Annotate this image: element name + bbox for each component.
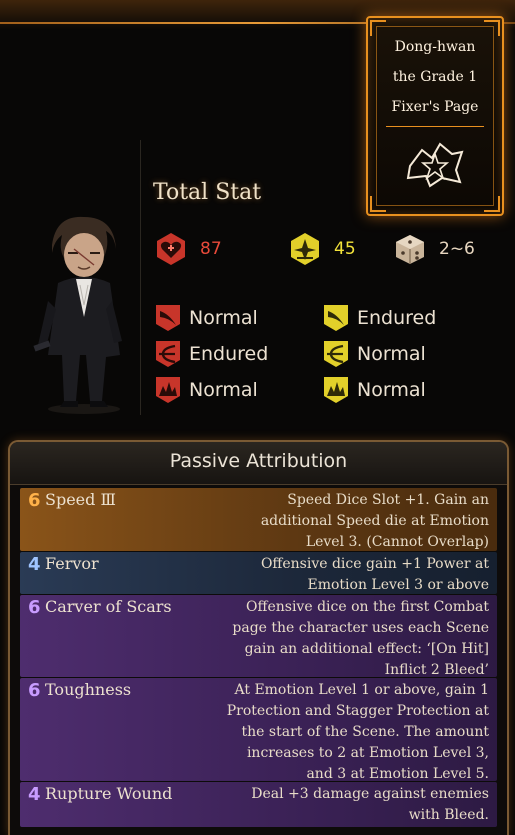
pierce-stagger-resist-label: Normal	[357, 343, 426, 365]
slash-stagger-resist: Endured	[323, 303, 436, 333]
passive-description: Offensive dice gain +1 Power at Emotion …	[260, 556, 489, 593]
pierce-resist-label: Endured	[189, 343, 269, 365]
blunt-stagger-resist: Normal	[323, 375, 426, 405]
passive-name: Carver of Scars	[45, 597, 172, 616]
passive-name: Toughness	[45, 680, 132, 699]
passive-name: Fervor	[45, 554, 99, 573]
pierce-resist-icon	[156, 341, 180, 367]
passive-description: At Emotion Level 1 or above, gain 1 Prot…	[226, 682, 489, 782]
health-icon	[157, 233, 185, 265]
key-page-card[interactable]: Dong-hwan the Grade 1 Fixer's Page	[366, 16, 504, 216]
slash-resist-icon	[156, 305, 180, 331]
corner-ornament	[484, 196, 500, 212]
passive-fervor[interactable]: 4 Fervor Offensive dice gain +1 Power at…	[20, 552, 497, 594]
stagger-value: 45	[334, 239, 356, 259]
passive-attribution-panel: Passive Attribution 6 Speed Ⅲ Speed Dice…	[8, 440, 509, 835]
blunt-resist-label: Normal	[189, 379, 258, 401]
speed-stat: 2~6	[393, 232, 475, 266]
passive-rupture-wound[interactable]: 4 Rupture Wound Deal +3 damage against e…	[20, 782, 497, 827]
vertical-divider	[140, 140, 141, 415]
hp-value: 87	[200, 239, 222, 259]
passive-description: Deal +3 damage against enemies with Blee…	[251, 786, 489, 823]
pierce-stagger-resist: Normal	[323, 339, 426, 369]
stagger-icon	[291, 233, 319, 265]
passive-cost: 4	[28, 554, 41, 575]
slash-stagger-resist-icon	[324, 305, 348, 331]
speed-value: 2~6	[439, 239, 475, 259]
total-stat-heading: Total Stat	[153, 180, 262, 205]
passive-description: Offensive dice on the first Combat page …	[232, 599, 489, 678]
blunt-resist: Normal	[155, 375, 258, 405]
blunt-stagger-resist-icon	[324, 377, 348, 403]
passive-carver-of-scars[interactable]: 6 Carver of Scars Offensive dice on the …	[20, 595, 497, 678]
stagger-stat: 45	[288, 232, 356, 266]
passive-speed[interactable]: 6 Speed Ⅲ Speed Dice Slot +1. Gain an ad…	[20, 488, 497, 551]
hp-stat: 87	[154, 232, 222, 266]
key-page-title: Dong-hwan the Grade 1 Fixer's Page	[391, 39, 479, 115]
blunt-stagger-resist-label: Normal	[357, 379, 426, 401]
corner-ornament	[370, 196, 386, 212]
passive-description: Speed Dice Slot +1. Gain an additional S…	[260, 492, 489, 550]
slash-stagger-resist-label: Endured	[357, 307, 437, 329]
blunt-resist-icon	[156, 377, 180, 403]
pierce-stagger-resist-icon	[324, 341, 348, 367]
slash-resist-label: Normal	[189, 307, 258, 329]
fixer-character-sprite	[33, 216, 122, 414]
passive-cost: 6	[28, 680, 41, 701]
passive-cost: 6	[28, 597, 41, 618]
passive-panel-title: Passive Attribution	[169, 450, 348, 472]
pierce-resist: Endured	[155, 339, 268, 369]
passive-panel-header: Passive Attribution	[10, 442, 507, 485]
key-page-separator	[386, 126, 484, 127]
star-emblem-icon	[406, 142, 464, 188]
passive-toughness[interactable]: 6 Toughness At Emotion Level 1 or above,…	[20, 678, 497, 782]
passive-name: Speed Ⅲ	[45, 490, 116, 509]
speed-dice-icon	[396, 235, 424, 264]
slash-resist: Normal	[155, 303, 258, 333]
passive-cost: 6	[28, 490, 41, 511]
passive-cost: 4	[28, 784, 41, 805]
passive-name: Rupture Wound	[45, 784, 173, 803]
